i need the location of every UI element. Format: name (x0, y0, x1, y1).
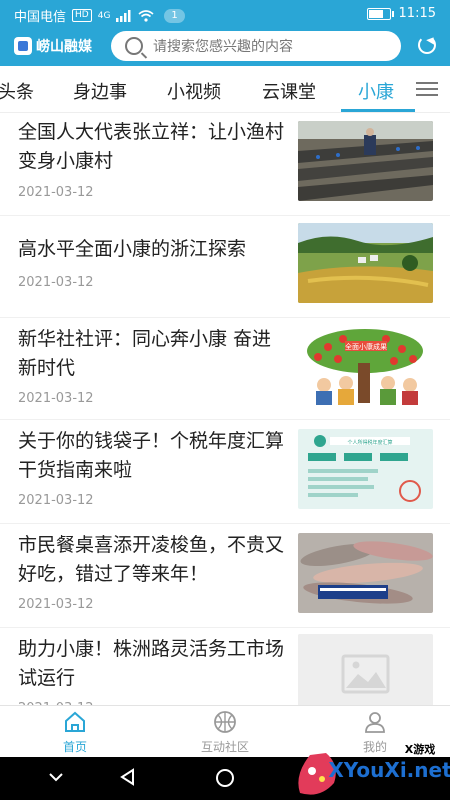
thumb-caption: 全面小康成果 (345, 342, 387, 351)
list-item[interactable]: 市民餐桌喜添开凌梭鱼，不贵又好吃，错过了等来年！ 2021-03-12 (0, 523, 450, 628)
app-name: 崂山融媒 (36, 39, 92, 55)
article-thumbnail[interactable] (298, 223, 433, 303)
article-title[interactable]: 新华社社评：同心奔小康 奋进新时代 (18, 325, 288, 383)
refresh-icon[interactable] (418, 36, 436, 54)
tab-yunketang[interactable]: 云课堂 (262, 78, 316, 104)
user-icon (363, 710, 387, 734)
clock: 11:15 (398, 6, 436, 21)
article-date: 2021-03-12 (18, 391, 94, 406)
chevron-down-icon[interactable] (48, 771, 64, 783)
tab-toutiao[interactable]: 头条 (0, 78, 34, 104)
article-date: 2021-03-12 (18, 185, 94, 200)
article-title[interactable]: 市民餐桌喜添开凌梭鱼，不贵又好吃，错过了等来年！ (18, 531, 288, 589)
article-date: 2021-03-12 (18, 493, 94, 508)
article-thumbnail[interactable] (298, 533, 433, 613)
tab-xiaokang[interactable]: 小康 (358, 78, 394, 104)
article-thumbnail[interactable]: 个人所得税年度汇算 (298, 429, 433, 509)
category-tabs: 头条 身边事 小视频 云课堂 小康 (0, 66, 450, 113)
watermark-tag: X游戏 (405, 742, 435, 756)
article-title[interactable]: 助力小康！株洲路灵活务工市场试运行 (18, 635, 288, 693)
list-item[interactable]: 关于你的钱袋子！个税年度汇算干货指南来啦 2021-03-12 个人所得税年度汇… (0, 419, 450, 524)
nav-community-label: 互动社区 (200, 740, 249, 754)
search-input[interactable]: 请搜索您感兴趣的内容 (111, 31, 401, 61)
carrier-label: 中国电信 (14, 10, 67, 25)
article-date: 2021-03-12 (18, 597, 94, 612)
list-item[interactable]: 高水平全面小康的浙江探索 2021-03-12 (0, 215, 450, 318)
logo-icon (14, 37, 32, 55)
article-thumbnail[interactable] (298, 634, 433, 714)
list-item[interactable]: 全国人大代表张立祥：让小渔村变身小康村 2021-03-12 (0, 112, 450, 216)
menu-icon[interactable] (416, 82, 438, 96)
app-header: 崂山融媒 请搜索您感兴趣的内容 (0, 28, 450, 66)
home-icon (63, 710, 87, 734)
search-placeholder: 请搜索您感兴趣的内容 (153, 39, 293, 55)
wifi-icon (138, 9, 154, 22)
signal-icon (116, 9, 131, 22)
article-date: 2021-03-12 (18, 275, 94, 290)
article-thumbnail[interactable]: 全面小康成果 (298, 327, 433, 407)
app-logo[interactable]: 崂山融媒 (14, 36, 92, 56)
search-icon (125, 37, 143, 55)
nav-community[interactable]: 互动社区 (185, 710, 265, 755)
nav-home[interactable]: 首页 (35, 710, 115, 755)
basketball-icon (213, 710, 237, 734)
back-icon[interactable] (118, 767, 138, 787)
article-title[interactable]: 高水平全面小康的浙江探索 (18, 235, 288, 264)
home-circle-icon[interactable] (214, 767, 236, 789)
article-title[interactable]: 全国人大代表张立祥：让小渔村变身小康村 (18, 118, 288, 176)
watermark-site: XYouXi.net (328, 758, 450, 782)
nav-home-label: 首页 (62, 740, 87, 754)
thumb-caption: 个人所得税年度汇算 (347, 439, 392, 446)
image-placeholder-icon (298, 634, 433, 714)
status-bar: 中国电信 HD 4G 1 11:15 (0, 0, 450, 28)
hd-badge: HD (72, 9, 92, 22)
list-item[interactable]: 新华社社评：同心奔小康 奋进新时代 2021-03-12 全面小康成果 (0, 317, 450, 420)
article-thumbnail[interactable] (298, 121, 433, 201)
network-type: 4G (97, 10, 111, 21)
tab-shenbianshi[interactable]: 身边事 (73, 78, 127, 104)
notification-count: 1 (164, 8, 185, 23)
article-title[interactable]: 关于你的钱袋子！个税年度汇算干货指南来啦 (18, 427, 288, 485)
tab-xiaoshipin[interactable]: 小视频 (167, 78, 221, 104)
battery-icon (366, 7, 394, 20)
watermark: X游戏 XYouXi.net (280, 735, 450, 800)
